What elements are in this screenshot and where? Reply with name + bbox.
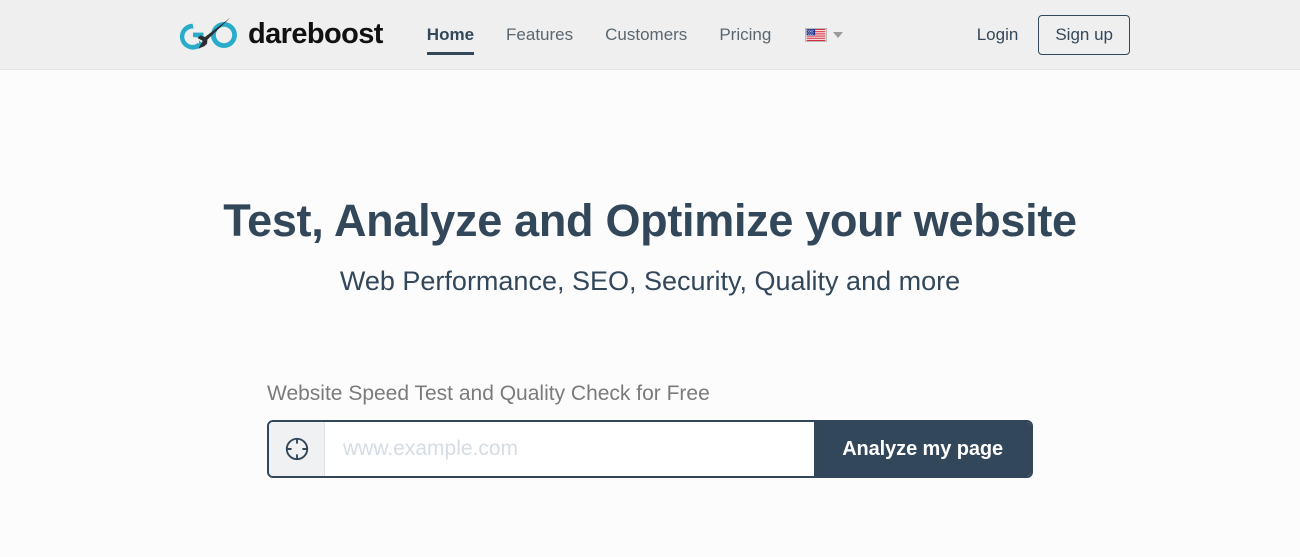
analyze-my-page-button[interactable]: Analyze my page: [814, 422, 1031, 477]
nav-item-features[interactable]: Features: [490, 0, 589, 70]
url-input[interactable]: [325, 422, 815, 477]
brand-wordmark: dareboost: [248, 18, 383, 50]
nav-item-pricing[interactable]: Pricing: [703, 0, 787, 70]
analyze-form: Analyze my page: [267, 420, 1033, 479]
nav-item-home[interactable]: Home: [411, 0, 490, 70]
main-content: Test, Analyze and Optimize your website …: [0, 70, 1300, 479]
dareboost-rocket-logo-icon: [172, 15, 244, 55]
url-icon-container: [269, 422, 325, 477]
login-link[interactable]: Login: [957, 15, 1039, 55]
us-flag-icon: [805, 27, 828, 42]
hero-subtitle: Web Performance, SEO, Security, Quality …: [339, 265, 961, 296]
crosshair-target-icon: [284, 436, 310, 462]
language-selector[interactable]: [803, 24, 845, 46]
analyze-section: Website Speed Test and Quality Check for…: [267, 297, 1033, 479]
analyze-form-label: Website Speed Test and Quality Check for…: [267, 382, 710, 406]
site-header: dareboost Home Features Customers Pricin…: [0, 0, 1300, 70]
hero-section: Test, Analyze and Optimize your website …: [0, 70, 1300, 297]
hero-title: Test, Analyze and Optimize your website: [223, 195, 1077, 246]
main-navigation: Home Features Customers Pricing: [411, 0, 845, 70]
header-actions: Login Sign up: [957, 14, 1130, 55]
signup-button[interactable]: Sign up: [1038, 14, 1130, 55]
brand-logo-link[interactable]: dareboost: [172, 15, 383, 55]
chevron-down-icon: [833, 31, 844, 38]
nav-item-customers[interactable]: Customers: [589, 0, 703, 70]
